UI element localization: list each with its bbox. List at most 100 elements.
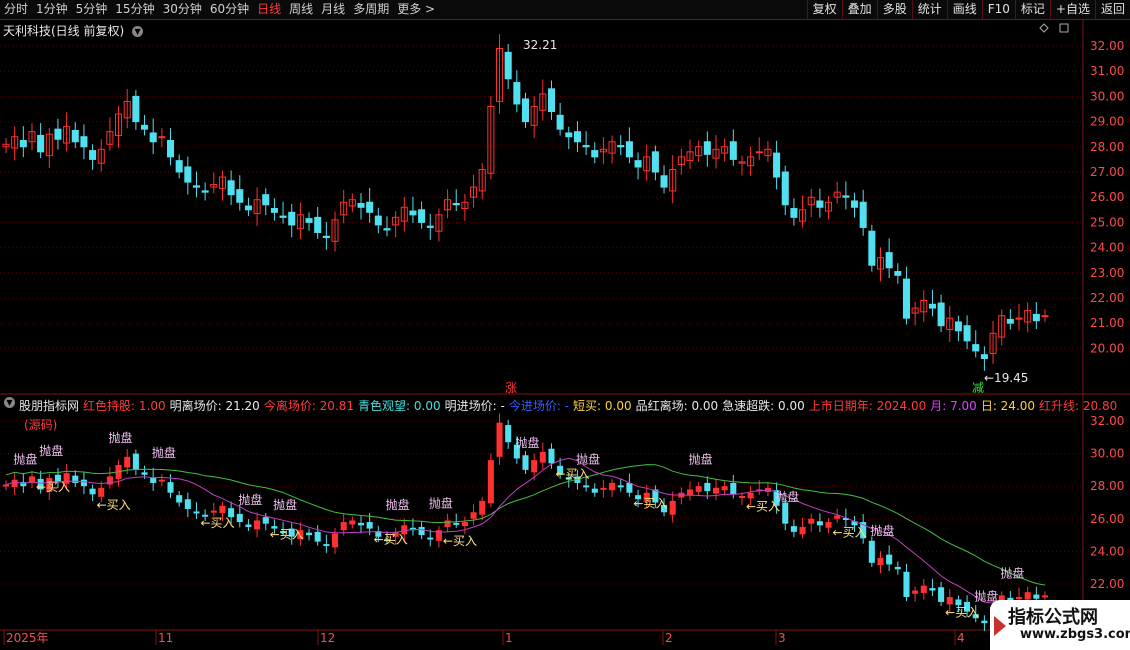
ind-candle-body [946, 597, 953, 605]
ind-candle-body [695, 486, 702, 492]
candle-body [1015, 317, 1023, 320]
date-label: 12 [320, 631, 335, 645]
ind-candle-body [609, 482, 616, 491]
buy-signal-label: ←买入 [97, 498, 131, 512]
sell-signal-label: 抛盘 [689, 451, 713, 466]
candle-body [850, 200, 859, 208]
ind-candle-body [522, 455, 529, 470]
ind-candle-body [262, 517, 269, 524]
candle-body [305, 218, 313, 223]
kline-chart[interactable]: 32.00 31.00 30.00 29.00 28.00 27.00 26.00 25.00… [0, 0, 1130, 650]
ind-candle-body [721, 486, 728, 491]
indicator-tick-label: 26.00 [1090, 512, 1124, 526]
buy-signal-label: ←买入 [633, 496, 667, 510]
candle-body [937, 302, 945, 327]
ind-candle-body [124, 456, 131, 468]
price-tick-label: 29.00 [1090, 115, 1124, 129]
rise-marker: 涨 [505, 380, 517, 395]
indicator-tick-label: 22.00 [1090, 577, 1124, 591]
watermark-url: www.zbgs3.com [1020, 627, 1130, 642]
ind-candle-body [193, 511, 200, 514]
ind-candle-body [912, 590, 919, 594]
candle-body [227, 180, 235, 196]
watermark: 指标公式网 www.zbgs3.com [990, 600, 1130, 650]
sell-signal-label: 抛盘 [429, 495, 453, 510]
ind-candle-body [981, 620, 988, 624]
ind-candle-body [626, 482, 633, 493]
ind-candle-body [331, 533, 339, 548]
candle-body [452, 203, 460, 206]
candle-body [54, 128, 62, 140]
ind-candle-body [349, 520, 356, 525]
ind-candle-body [548, 448, 555, 464]
ind-candle-body [790, 526, 797, 532]
ind-candle-body [531, 460, 538, 473]
ind-candle-body [669, 500, 676, 515]
candle-body [409, 210, 417, 216]
ind-candle-body [1024, 592, 1031, 600]
candle-body [1006, 318, 1014, 324]
ind-candle-body [427, 537, 434, 540]
sell-signal-label: 抛盘 [516, 435, 540, 450]
candle-body [972, 344, 980, 352]
buy-signal-label: ←买入 [36, 480, 70, 494]
fall-marker: 减 [972, 381, 984, 395]
sell-signal-label: 抛盘 [152, 445, 176, 460]
candle-body [201, 190, 209, 193]
high-price-label: 32.21 [523, 38, 557, 52]
sell-signal-label: 抛盘 [238, 492, 262, 507]
ind-candle-body [799, 526, 806, 535]
watermark-title: 指标公式网 [1008, 607, 1098, 628]
candle-body [37, 134, 45, 153]
ind-candle-body [418, 526, 425, 536]
ind-candle-body [920, 585, 927, 593]
price-tick-label: 22.00 [1090, 291, 1124, 305]
ind-candle-body [176, 495, 183, 503]
ind-candle-body [89, 488, 96, 495]
ind-candle-body [245, 524, 252, 527]
price-tick-label: 24.00 [1090, 241, 1124, 255]
candle-body [963, 325, 971, 342]
candle-body [790, 208, 798, 218]
ind-candle-body [686, 489, 694, 496]
indicator-tick-label: 30.00 [1090, 447, 1124, 461]
ind-candle-body [600, 487, 607, 490]
date-label: 1 [505, 631, 513, 645]
sell-signal-label: 抛盘 [39, 443, 63, 458]
ind-candle-body [461, 522, 468, 527]
candle-body [158, 136, 166, 139]
ind-candle-body [323, 544, 330, 547]
candle-body [314, 216, 322, 233]
ind-candle-body [505, 425, 512, 443]
candle-body [279, 215, 287, 218]
candle-body [928, 303, 936, 309]
ind-candle-body [453, 522, 460, 525]
candle-body [166, 140, 175, 158]
ind-candle-body [141, 472, 148, 475]
candle-body [141, 124, 149, 130]
square-icon [1059, 23, 1069, 33]
candle-body [244, 205, 252, 211]
ind-candle-body [80, 479, 87, 487]
sell-signal-label: 抛盘 [1000, 565, 1024, 580]
sell-signal-label: 抛盘 [870, 523, 894, 538]
candle-body [894, 271, 902, 276]
candle-body [1041, 315, 1049, 318]
candle-body [816, 200, 824, 208]
price-tick-label: 21.00 [1090, 316, 1124, 330]
candle-body [149, 132, 157, 143]
price-tick-label: 30.00 [1090, 89, 1124, 103]
buy-signal-label: ←买入 [945, 606, 979, 620]
ind-candle-body [1015, 597, 1023, 600]
date-label: 11 [158, 631, 173, 645]
candle-body [366, 201, 374, 213]
buy-signal-label: ←买入 [746, 500, 780, 514]
price-tick-label: 28.00 [1090, 140, 1124, 154]
ind-candle-body [782, 502, 789, 524]
candle-body [89, 150, 97, 160]
logo-icon [994, 616, 1006, 636]
date-label: 2025年 [6, 631, 49, 645]
candle-body [270, 208, 278, 213]
ind-candle-body [886, 554, 893, 565]
price-tick-label: 31.00 [1090, 64, 1124, 78]
